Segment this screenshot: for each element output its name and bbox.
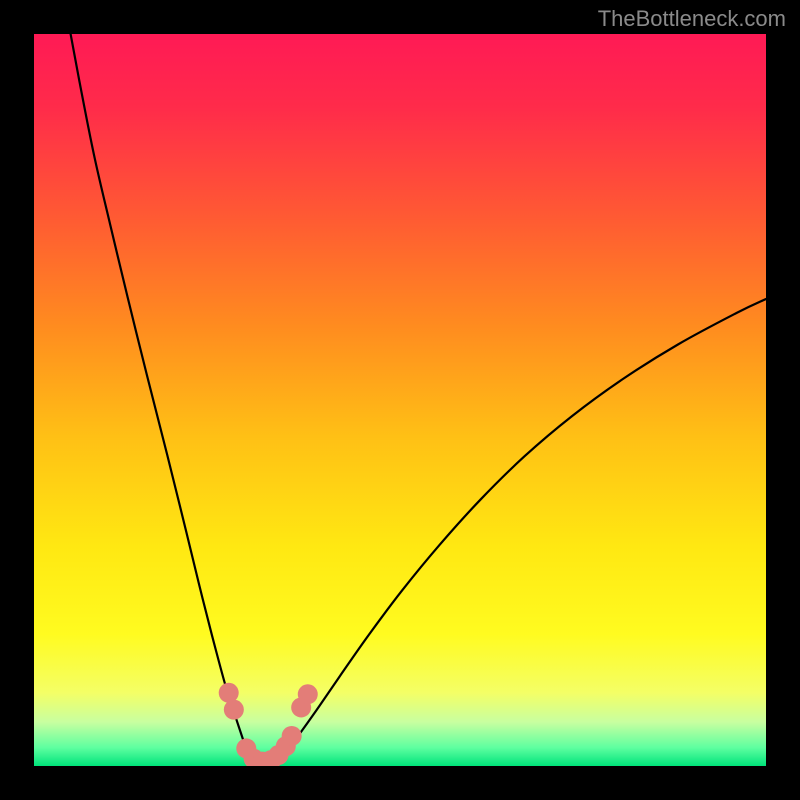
dot-marker (224, 700, 244, 720)
dot-marker (282, 726, 302, 746)
watermark-text: TheBottleneck.com (598, 6, 786, 32)
dot-marker (298, 684, 318, 704)
chart-svg (34, 34, 766, 766)
dot-marker (219, 683, 239, 703)
gradient-background (34, 34, 766, 766)
plot-area (34, 34, 766, 766)
chart-frame: TheBottleneck.com (0, 0, 800, 800)
